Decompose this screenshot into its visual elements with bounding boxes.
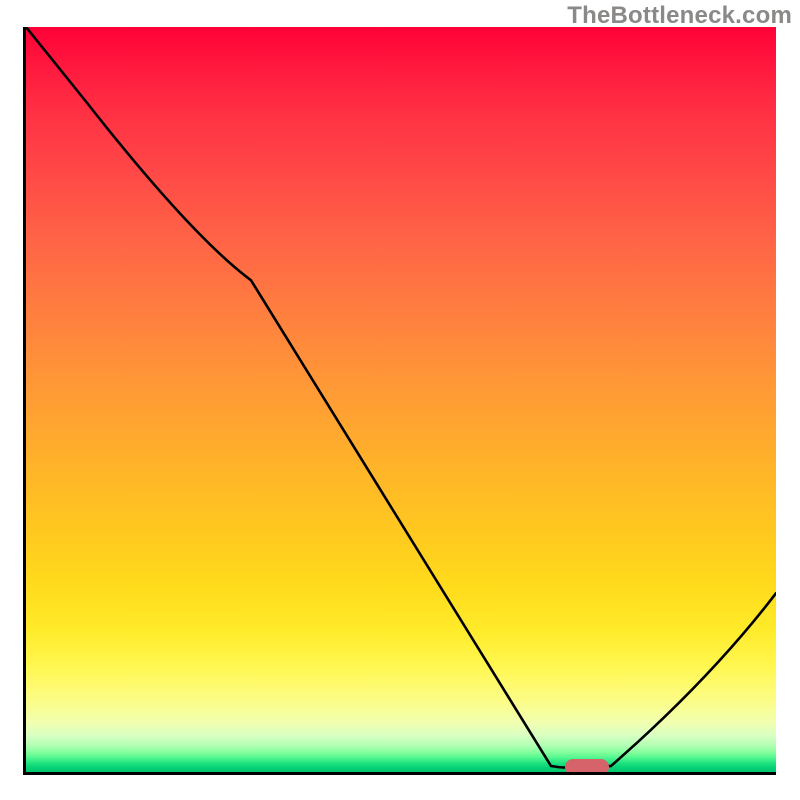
watermark-text: TheBottleneck.com [567, 2, 792, 30]
bottleneck-curve [26, 27, 776, 772]
plot-area [23, 27, 776, 775]
chart-canvas: TheBottleneck.com [0, 0, 800, 800]
optimal-marker [565, 759, 609, 775]
